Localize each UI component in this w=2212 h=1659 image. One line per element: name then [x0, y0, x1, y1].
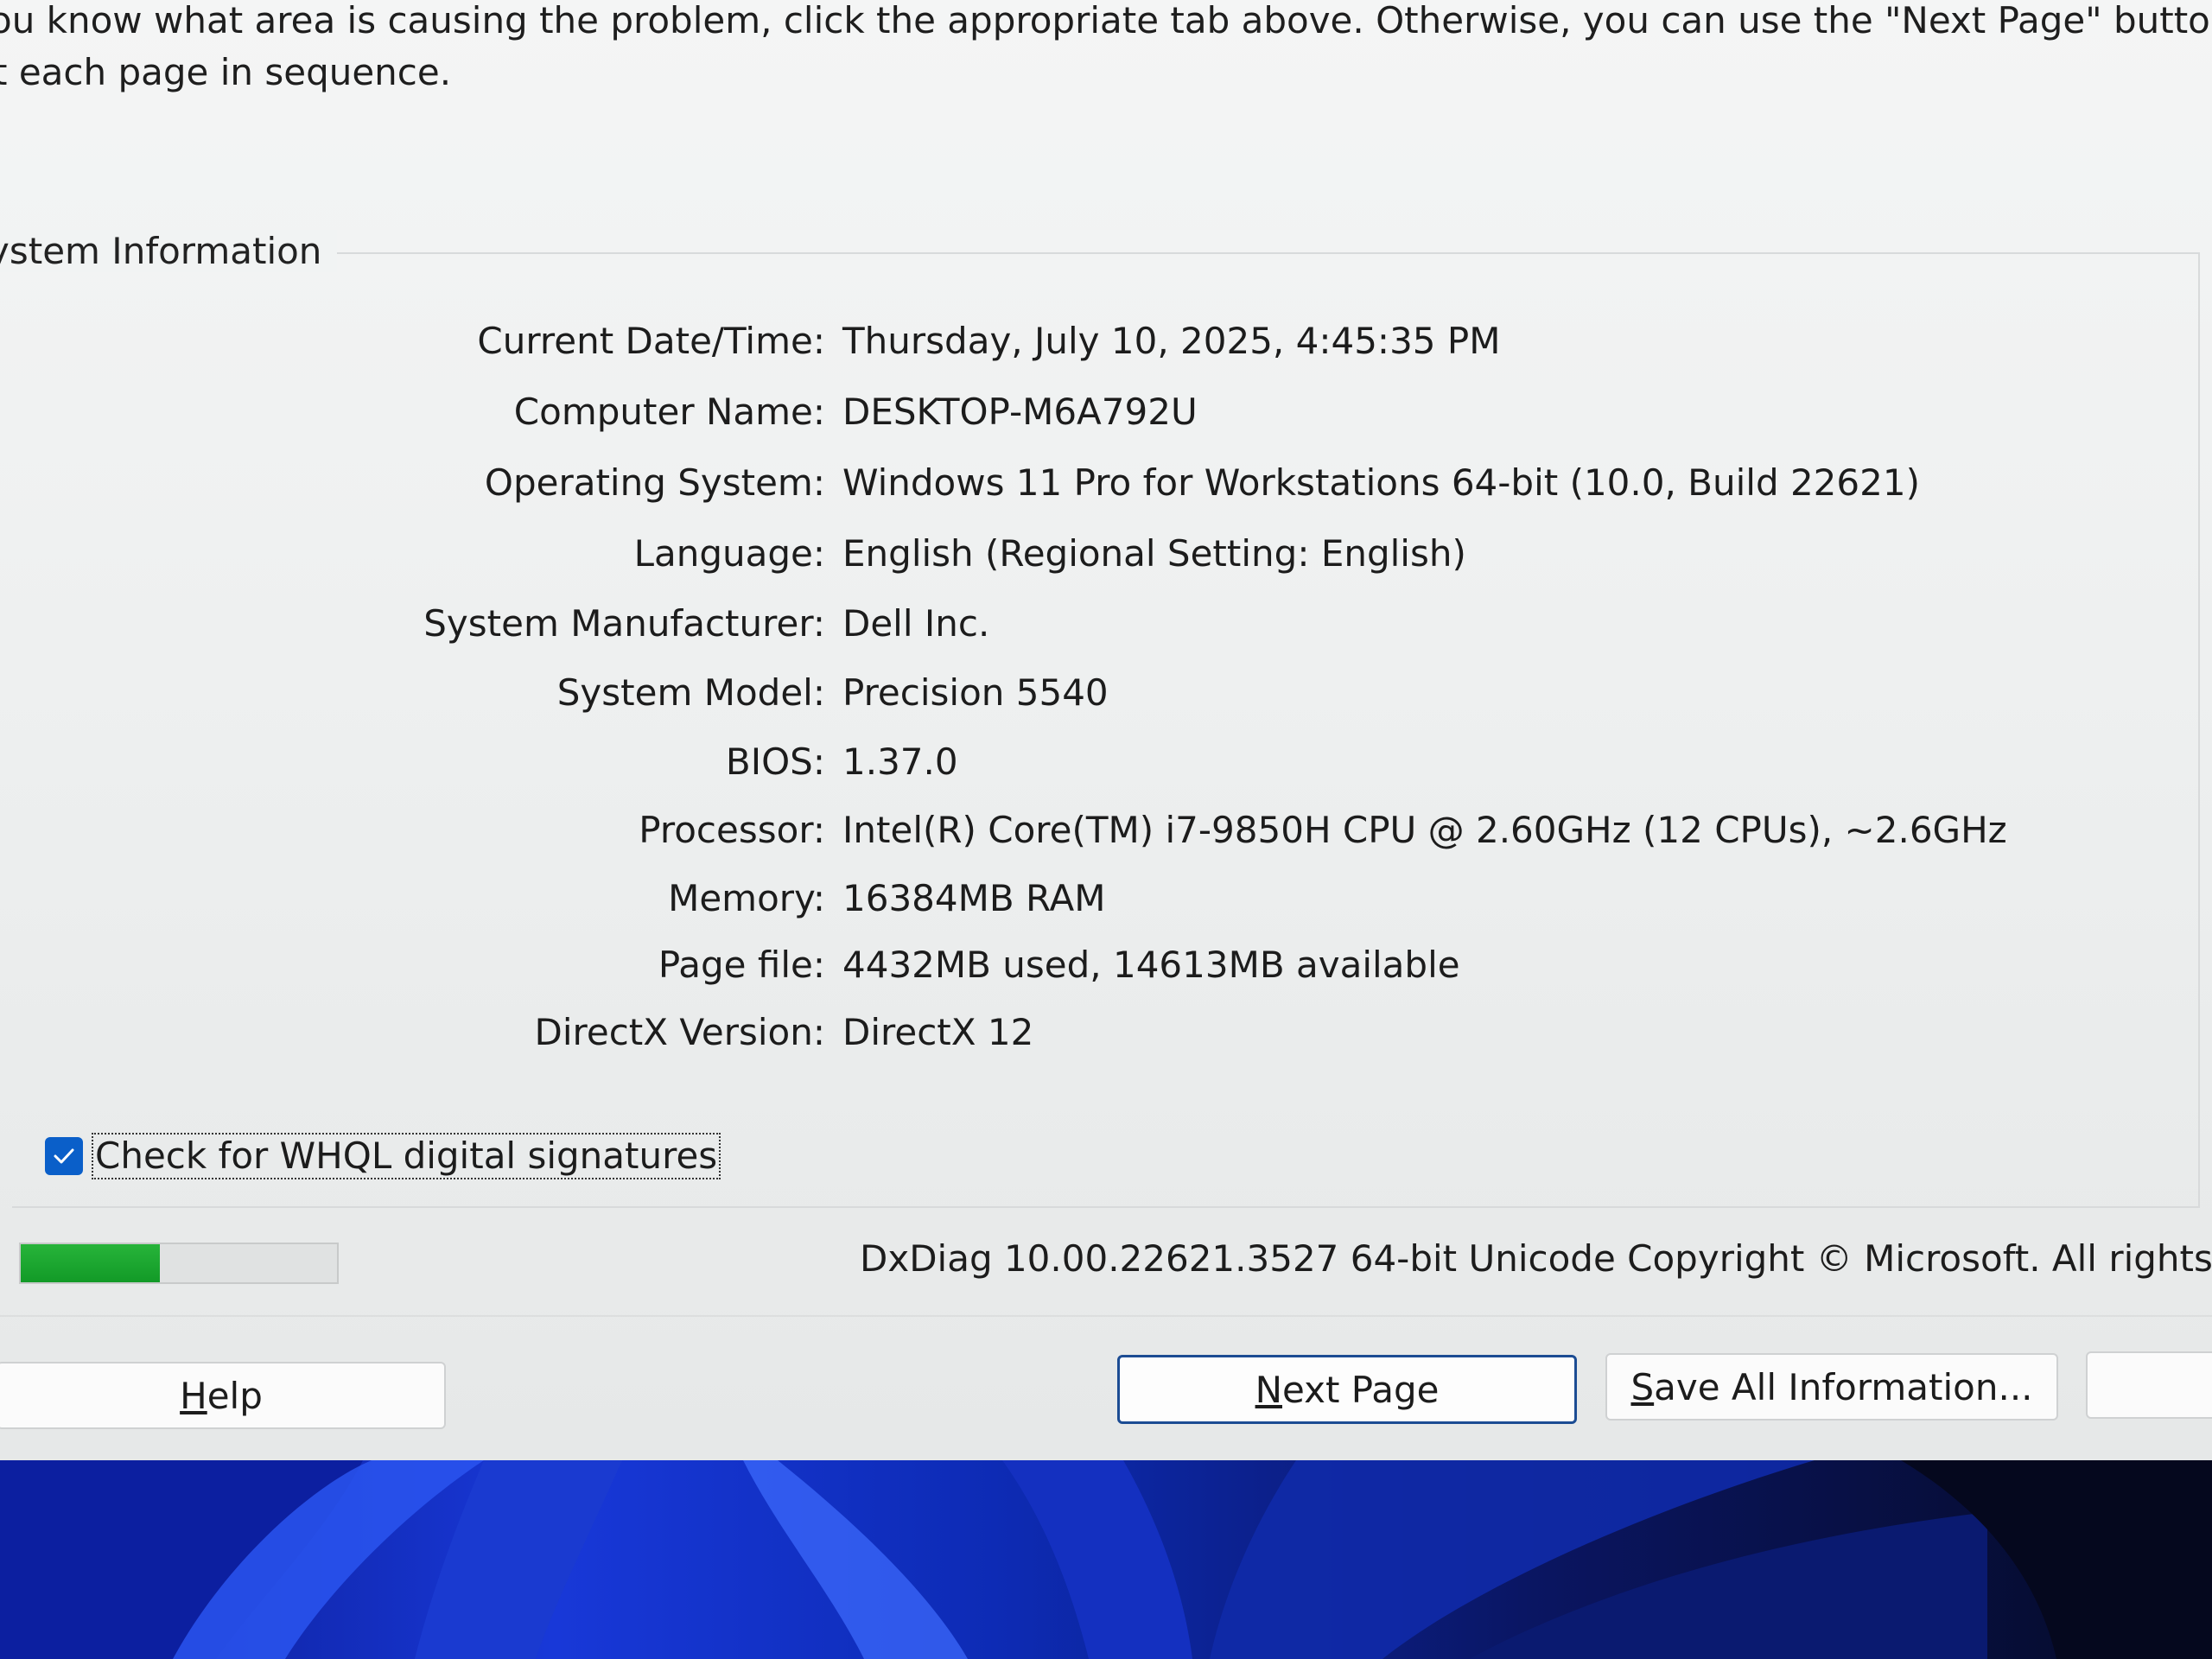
info-row-directx: DirectX Version: DirectX 12 — [0, 1011, 2212, 1063]
info-value: DirectX 12 — [842, 1011, 1034, 1053]
progress-fill — [21, 1244, 161, 1282]
version-copyright-text: DxDiag 10.00.22621.3527 64-bit Unicode C… — [860, 1237, 2212, 1280]
intro-line-2: t each page in sequence. — [0, 51, 452, 93]
info-value: Windows 11 Pro for Workstations 64-bit (… — [842, 461, 1920, 504]
info-label: Memory: — [668, 877, 825, 919]
save-label: ave All Information... — [1654, 1365, 2033, 1408]
info-row-bios: BIOS: 1.37.0 — [0, 741, 2212, 792]
info-value: 4432MB used, 14613MB available — [842, 944, 1460, 986]
groupbox-title: ystem Information — [0, 230, 338, 272]
exit-button-partial[interactable] — [2086, 1351, 2212, 1419]
save-accel-key: S — [1630, 1365, 1655, 1408]
help-label: elp — [207, 1374, 263, 1417]
desktop-wallpaper — [0, 1460, 2212, 1659]
wallpaper-bloom-image — [0, 1460, 2212, 1659]
info-label: Processor: — [639, 809, 825, 851]
info-row-operating-system: Operating System: Windows 11 Pro for Wor… — [0, 461, 2212, 513]
screen: ou know what area is causing the problem… — [0, 0, 2212, 1659]
separator — [0, 1315, 2212, 1317]
info-row-processor: Processor: Intel(R) Core(TM) i7-9850H CP… — [0, 809, 2212, 861]
intro-line-1: ou know what area is causing the problem… — [0, 0, 2212, 41]
info-value: 16384MB RAM — [842, 877, 1106, 919]
next-page-label: ext Page — [1281, 1368, 1440, 1411]
info-label: BIOS: — [725, 741, 825, 783]
info-row-computer-name: Computer Name: DESKTOP-M6A792U — [0, 391, 2212, 442]
info-label: Language: — [633, 532, 825, 575]
whql-checkbox-control[interactable]: Check for WHQL digital signatures — [45, 1132, 721, 1180]
info-value: English (Regional Setting: English) — [842, 532, 1466, 575]
info-row-language: Language: English (Regional Setting: Eng… — [0, 532, 2212, 584]
info-value: Precision 5540 — [842, 671, 1109, 714]
info-value: DESKTOP-M6A792U — [842, 391, 1198, 433]
info-row-memory: Memory: 16384MB RAM — [0, 877, 2212, 929]
info-row-datetime: Current Date/Time: Thursday, July 10, 20… — [0, 320, 2212, 372]
info-value: Intel(R) Core(TM) i7-9850H CPU @ 2.60GHz… — [842, 809, 2007, 851]
whql-checkbox-label[interactable]: Check for WHQL digital signatures — [92, 1133, 721, 1179]
help-accel-key: H — [180, 1374, 207, 1417]
info-value: 1.37.0 — [842, 741, 958, 783]
save-all-information-button[interactable]: Save All Information... — [1605, 1353, 2058, 1421]
info-label: Current Date/Time: — [477, 320, 825, 362]
info-row-model: System Model: Precision 5540 — [0, 671, 2212, 723]
info-label: System Manufacturer: — [423, 602, 825, 645]
info-label: Page file: — [658, 944, 825, 986]
info-label: Operating System: — [484, 461, 825, 504]
info-row-manufacturer: System Manufacturer: Dell Inc. — [0, 602, 2212, 654]
whql-checkbox[interactable] — [45, 1137, 83, 1175]
help-button[interactable]: Help — [0, 1362, 446, 1429]
next-page-button[interactable]: Next Page — [1117, 1355, 1577, 1424]
dxdiag-window: ou know what area is causing the problem… — [0, 0, 2212, 1460]
info-label: DirectX Version: — [534, 1011, 825, 1053]
checkmark-icon — [54, 1148, 74, 1164]
info-label: System Model: — [556, 671, 825, 714]
progress-bar — [19, 1243, 339, 1284]
info-value: Dell Inc. — [842, 602, 990, 645]
next-accel-key: N — [1255, 1368, 1282, 1411]
info-row-page-file: Page file: 4432MB used, 14613MB availabl… — [0, 944, 2212, 995]
info-value: Thursday, July 10, 2025, 4:45:35 PM — [842, 320, 1501, 362]
info-label: Computer Name: — [513, 391, 825, 433]
